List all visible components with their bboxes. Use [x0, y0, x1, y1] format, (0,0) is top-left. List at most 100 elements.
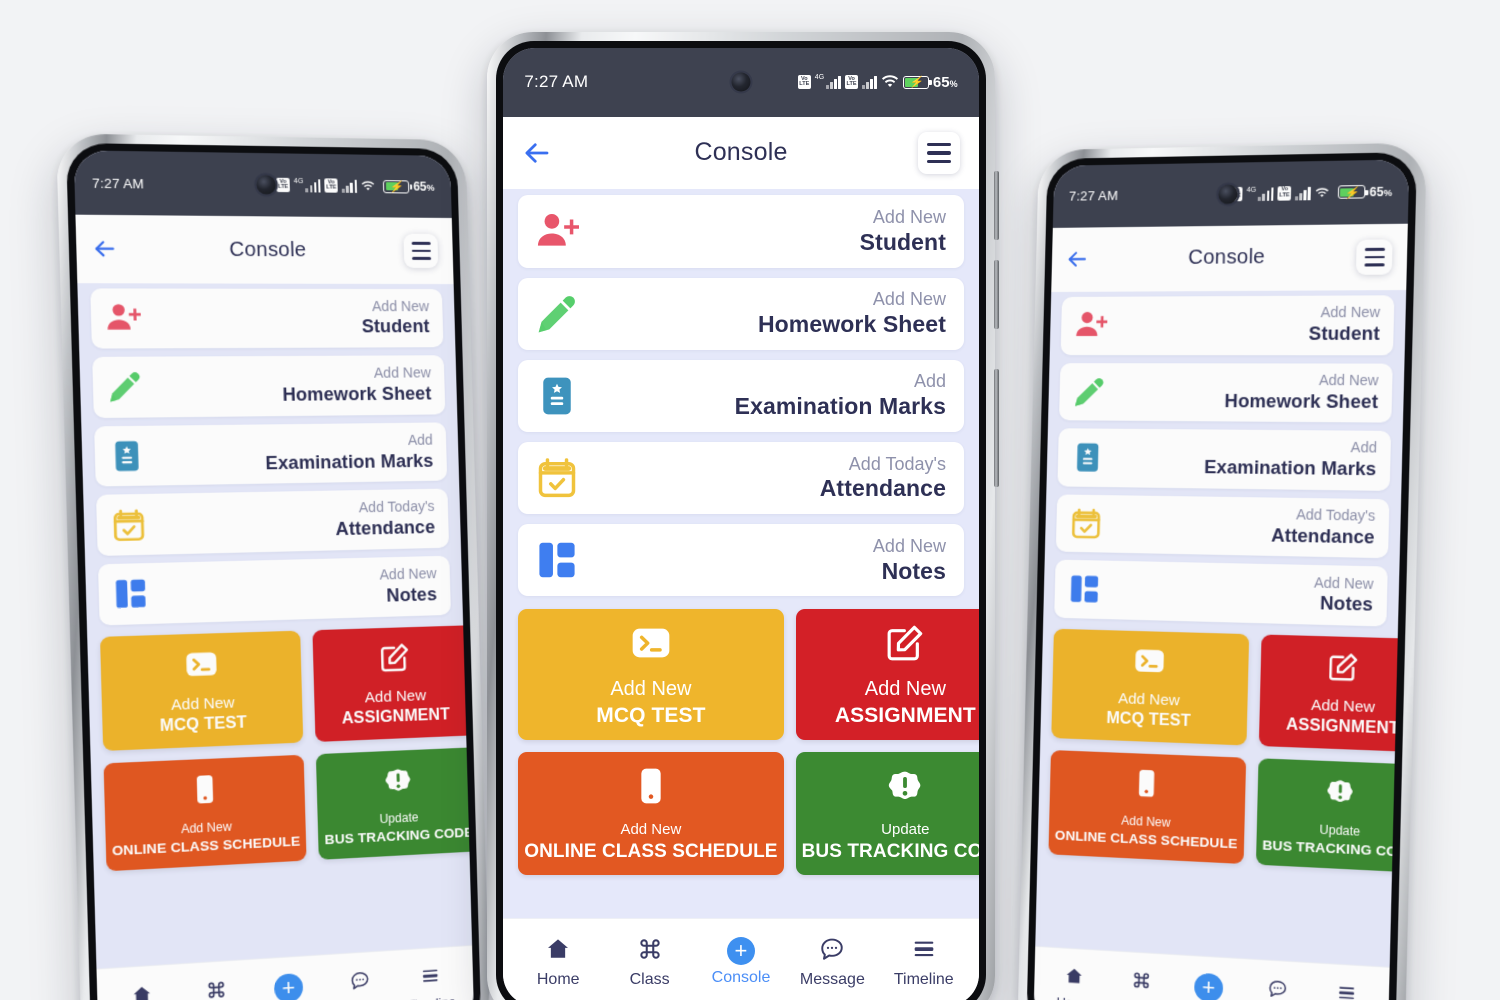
- tile-online-class-schedule[interactable]: Add New ONLINE CLASS SCHEDULE: [518, 752, 783, 875]
- wifi-icon: [1315, 185, 1334, 200]
- menu-card-subtitle: Add: [1350, 439, 1377, 456]
- tile-subtitle: Add New: [171, 694, 235, 714]
- nav-item-console[interactable]: +Console: [1174, 971, 1243, 1000]
- nav-item-message[interactable]: Message: [787, 936, 878, 989]
- tile-title: BUS TRACKING CODE: [324, 824, 472, 847]
- menu-card-homework-sheet[interactable]: Add New Homework Sheet: [92, 355, 446, 417]
- tile-subtitle: Add New: [181, 819, 232, 836]
- nav-item-console[interactable]: +Console: [252, 972, 325, 1000]
- person-add-icon: [1072, 308, 1109, 344]
- menu-card-homework-sheet[interactable]: Add New Homework Sheet: [518, 278, 964, 350]
- status-bar: 7:27 AMVoLTE4GVoLTE⚡65%: [503, 48, 979, 117]
- menu-card-attendance[interactable]: Add Today's Attendance: [518, 442, 964, 514]
- phone-bezel: 7:27 AMVoLTE4GVoLTE⚡65% Console Add NewStu…: [496, 41, 986, 1000]
- menu-card-subtitle: Add Today's: [1296, 506, 1376, 524]
- nav-item-timeline[interactable]: Timeline: [878, 936, 969, 989]
- menu-card-notes[interactable]: Add New Notes: [98, 556, 452, 625]
- menu-card-attendance[interactable]: Add Today's Attendance: [1056, 494, 1390, 558]
- phone-device-left: 7:27 AM Vo LTE 4G Vo LTE ⚡ 65% Console Add New Stu…: [56, 133, 490, 1000]
- hamburger-menu-icon[interactable]: [918, 132, 960, 174]
- edit-square-icon: [1327, 651, 1360, 688]
- menu-card-attendance[interactable]: Add Today's Attendance: [96, 489, 450, 556]
- tile-title: MCQ TEST: [160, 714, 247, 736]
- back-arrow-icon[interactable]: [1065, 248, 1090, 272]
- menu-card-examination-marks[interactable]: Add Examination Marks: [94, 422, 448, 487]
- tile-mcq-test[interactable]: Add New MCQ TEST: [518, 609, 783, 740]
- nav-item-home[interactable]: Home: [1041, 964, 1108, 1000]
- tile-subtitle: Add New: [610, 678, 691, 701]
- menu-card-homework-sheet[interactable]: Add New Homework Sheet: [1059, 363, 1393, 423]
- chat-dots-icon: [1267, 978, 1288, 1000]
- volume-up-button[interactable]: [994, 171, 999, 240]
- volume-down-button[interactable]: [994, 260, 999, 329]
- nav-item-class[interactable]: Class: [1107, 968, 1175, 1000]
- nav-item-label: Message: [800, 971, 865, 989]
- action-tile-grid: Add New MCQ TEST Add New ASSIGNMENT Add New O…: [1048, 628, 1386, 870]
- dashboard-grid-icon: [111, 575, 150, 613]
- nav-item-home[interactable]: Home: [513, 936, 604, 989]
- terminal-icon: [185, 647, 219, 685]
- menu-card-subtitle: Add New: [873, 536, 946, 556]
- menu-card-subtitle: Add Today's: [849, 454, 946, 474]
- status-bar: 7:27 AMVoLTE4GVoLTE⚡65%: [74, 150, 452, 218]
- tile-assignment[interactable]: Add New ASSIGNMENT: [796, 609, 979, 740]
- menu-card-subtitle: Add New: [873, 289, 946, 309]
- menu-card-examination-marks[interactable]: Add Examination Marks: [518, 360, 964, 432]
- tile-bus-tracking-code[interactable]: UpdateBUS TRACKING CODE: [1256, 758, 1407, 872]
- nav-item-class[interactable]: Class: [604, 936, 695, 989]
- network-type-label: 4G: [815, 74, 824, 81]
- menu-card-notes[interactable]: Add New Notes: [1054, 560, 1387, 627]
- back-arrow-icon[interactable]: [92, 237, 118, 262]
- nav-item-message[interactable]: Message: [324, 968, 396, 1000]
- nav-item-timeline[interactable]: Timeline: [1311, 981, 1382, 1000]
- hamburger-menu-icon[interactable]: [1356, 239, 1393, 274]
- menu-card-subtitle: Add: [914, 371, 946, 391]
- signal-bars-icon: [1295, 186, 1311, 201]
- tile-assignment[interactable]: Add New ASSIGNMENT: [313, 625, 472, 742]
- nav-item-home[interactable]: Home: [105, 982, 180, 1000]
- exam-document-icon: [107, 437, 146, 475]
- tile-mcq-test[interactable]: Add New MCQ TEST: [1051, 628, 1249, 745]
- back-arrow-icon[interactable]: [522, 138, 552, 168]
- power-button[interactable]: [994, 369, 999, 488]
- menu-card-student[interactable]: Add New Student: [518, 195, 964, 267]
- phone-screen-left: 7:27 AM Vo LTE 4G Vo LTE ⚡ 65% Console Add New Stu…: [74, 150, 475, 1000]
- menu-card-student[interactable]: Add New Student: [1061, 295, 1395, 355]
- tile-online-class-schedule[interactable]: Add New ONLINE CLASS SCHEDULE: [1048, 750, 1245, 863]
- nav-item-label: Timeline: [894, 971, 954, 989]
- status-bar: 7:27 AMVoLTE4GVoLTE⚡65%: [1053, 159, 1410, 227]
- hamburger-menu-icon[interactable]: [404, 234, 439, 268]
- chat-dots-icon: [819, 936, 845, 967]
- menu-card-notes[interactable]: Add New Notes: [518, 524, 964, 596]
- tile-subtitle: Update: [881, 821, 929, 838]
- home-icon: [1064, 966, 1084, 992]
- nav-item-console[interactable]: + Console: [695, 937, 786, 987]
- person-add-icon: [534, 209, 580, 255]
- plus-circle-icon: +: [727, 937, 755, 965]
- tile-assignment[interactable]: Add New ASSIGNMENT: [1259, 634, 1407, 752]
- menu-card-title: Attendance: [1271, 525, 1375, 547]
- network-type-label: 4G: [294, 178, 304, 185]
- tile-bus-tracking-code[interactable]: UpdateBUS TRACKING CODE: [316, 747, 472, 860]
- signal-bars-icon: [1258, 186, 1274, 201]
- menu-card-subtitle: Add New: [379, 565, 436, 583]
- tile-bus-tracking-code[interactable]: UpdateBUS TRACKING CODE: [796, 752, 979, 875]
- bottom-navigation: HomeClass + Console Message Timeline: [503, 918, 979, 1000]
- nav-item-class[interactable]: Class: [179, 978, 253, 1000]
- calendar-check-icon: [109, 506, 148, 544]
- menu-card-examination-marks[interactable]: Add Examination Marks: [1057, 428, 1391, 490]
- tile-subtitle: Add New: [620, 821, 681, 838]
- nav-item-timeline[interactable]: Timeline: [395, 964, 466, 1000]
- nav-item-message[interactable]: Message: [1242, 977, 1312, 1000]
- mobile-phone-icon: [1131, 768, 1163, 805]
- network-type-label: 4G: [1247, 187, 1257, 194]
- edit-square-icon: [378, 641, 410, 679]
- battery-charging-icon: ⚡: [383, 180, 409, 193]
- tile-online-class-schedule[interactable]: Add New ONLINE CLASS SCHEDULE: [103, 754, 307, 871]
- tile-title: ONLINE CLASS SCHEDULE: [112, 833, 301, 858]
- nav-item-label: Console: [712, 969, 771, 987]
- phone-device-right: 7:27 AMVoLTE4GVoLTE⚡65%ConsoleAdd NewStu…: [1017, 143, 1427, 1000]
- tile-mcq-test[interactable]: Add New MCQ TEST: [100, 630, 304, 751]
- menu-card-student[interactable]: Add New Student: [90, 288, 444, 349]
- exam-document-icon: [534, 373, 580, 419]
